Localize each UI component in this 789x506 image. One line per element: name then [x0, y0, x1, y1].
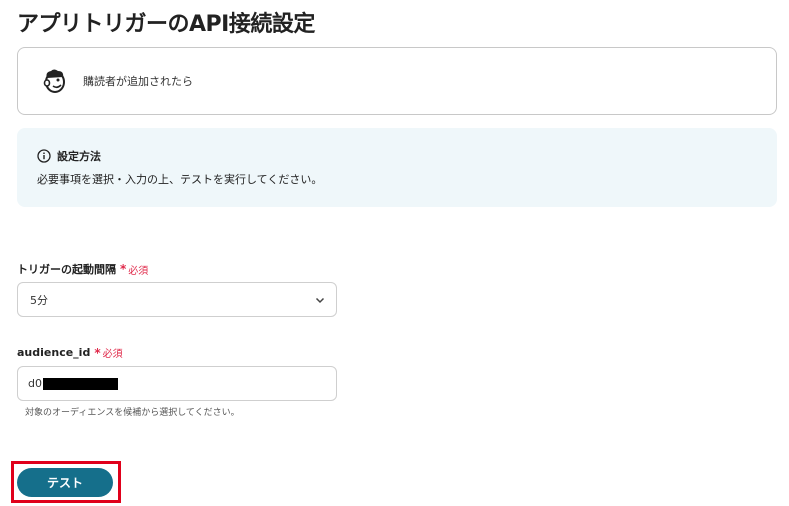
audience-id-value: d0 [28, 377, 42, 390]
audience-label: audience_id * 必須 [17, 345, 123, 361]
audience-helper-text: 対象のオーディエンスを候補から選択してください。 [25, 408, 240, 418]
required-mark: * [120, 262, 127, 276]
test-button[interactable]: テスト [17, 468, 113, 497]
trigger-app-card: 購読者が追加されたら [17, 47, 777, 115]
required-mark: * [94, 345, 101, 360]
chevron-down-icon [315, 297, 325, 304]
trigger-label: 購読者が追加されたら [83, 75, 193, 88]
info-title: 設定方法 [57, 150, 101, 163]
audience-id-input[interactable]: d0 [17, 366, 337, 401]
required-text: 必須 [128, 265, 149, 277]
info-box: 設定方法 必要事項を選択・入力の上、テストを実行してください。 [17, 128, 777, 207]
page-title: アプリトリガーのAPI接続設定 [17, 12, 315, 37]
interval-select-value: 5分 [30, 293, 48, 307]
interval-label: トリガーの起動間隔 * 必須 [17, 261, 148, 277]
audience-label-text: audience_id [17, 346, 91, 359]
mailchimp-logo-icon [40, 66, 70, 96]
info-circle-icon [37, 149, 51, 163]
info-text: 必要事項を選択・入力の上、テストを実行してください。 [37, 173, 323, 186]
interval-label-text: トリガーの起動間隔 [17, 263, 116, 276]
redacted-value [42, 377, 118, 390]
interval-select[interactable]: 5分 [17, 282, 337, 317]
required-text: 必須 [102, 349, 123, 360]
